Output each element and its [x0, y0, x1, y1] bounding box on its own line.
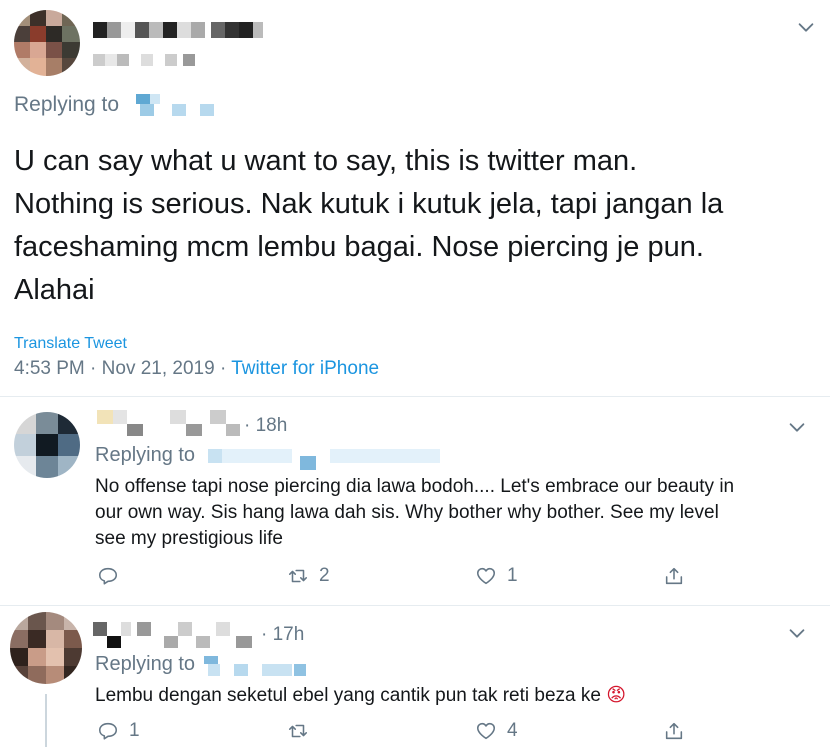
- tweet-text-line: faceshaming mcm lembu bagai. Nose pierci…: [14, 231, 704, 263]
- retweet-icon: [288, 569, 308, 583]
- thread-line: [45, 694, 47, 747]
- tweet-text-line: Alahai: [14, 274, 95, 306]
- reply-time[interactable]: · 18h: [244, 415, 287, 437]
- reply-button[interactable]: [97, 565, 129, 587]
- avatar[interactable]: [14, 10, 80, 76]
- reply-text-line: No offense tapi nose piercing dia lawa b…: [95, 476, 735, 497]
- reply-text: No offense tapi nose piercing dia lawa b…: [95, 474, 734, 552]
- share-icon: [665, 567, 683, 585]
- like-count: 1: [507, 565, 518, 586]
- divider: [0, 605, 830, 606]
- reply-text-line: see my prestigious life: [95, 528, 283, 549]
- share-button[interactable]: [663, 565, 685, 587]
- chevron-down-icon[interactable]: [786, 622, 808, 644]
- reply-text: Lembu dengan seketul ebel yang cantik pu…: [95, 682, 626, 709]
- tweet-text: U can say what u want to say, this is tw…: [14, 140, 723, 312]
- chevron-down-icon[interactable]: [795, 16, 817, 38]
- chevron-down-icon[interactable]: [786, 416, 808, 438]
- retweet-count: 2: [319, 565, 330, 586]
- angry-face-emoji: 😡: [606, 684, 627, 706]
- reply-button[interactable]: 1: [97, 720, 140, 742]
- retweet-icon: [288, 724, 308, 738]
- tweet-text-line: U can say what u want to say, this is tw…: [14, 145, 638, 177]
- reply-count: 1: [129, 720, 140, 741]
- translate-tweet-link[interactable]: Translate Tweet: [14, 335, 127, 353]
- retweet-button[interactable]: [287, 720, 319, 742]
- heart-icon: [476, 567, 496, 585]
- reply-icon: [98, 722, 118, 740]
- meta-separator: ·: [219, 358, 227, 379]
- share-button[interactable]: [663, 720, 685, 742]
- replying-to-label: Replying to: [95, 653, 196, 675]
- replying-to-label: Replying to: [14, 93, 120, 116]
- like-button[interactable]: 4: [475, 720, 518, 742]
- share-icon: [665, 722, 683, 740]
- tweet-date[interactable]: Nov 21, 2019: [102, 358, 215, 379]
- divider: [0, 396, 830, 397]
- tweet-source[interactable]: Twitter for iPhone: [231, 358, 379, 379]
- tweet-time[interactable]: 4:53 PM: [14, 358, 85, 379]
- replying-to-label: Replying to: [95, 444, 196, 466]
- reply-text-line: Lembu dengan seketul ebel yang cantik pu…: [95, 685, 601, 706]
- avatar[interactable]: [10, 612, 82, 684]
- tweet-meta: 4:53 PM · Nov 21, 2019 · Twitter for iPh…: [14, 358, 379, 380]
- reply-text-line: our own way. Sis hang lawa dah sis. Why …: [95, 502, 719, 523]
- reply-time[interactable]: · 17h: [261, 624, 304, 646]
- like-button[interactable]: 1: [475, 565, 518, 587]
- like-count: 4: [507, 720, 518, 741]
- reply-icon: [98, 567, 118, 585]
- avatar[interactable]: [14, 412, 80, 478]
- tweet-text-line: Nothing is serious. Nak kutuk i kutuk je…: [14, 188, 724, 220]
- retweet-button[interactable]: 2: [287, 565, 330, 587]
- meta-separator: ·: [90, 358, 97, 379]
- heart-icon: [476, 722, 496, 740]
